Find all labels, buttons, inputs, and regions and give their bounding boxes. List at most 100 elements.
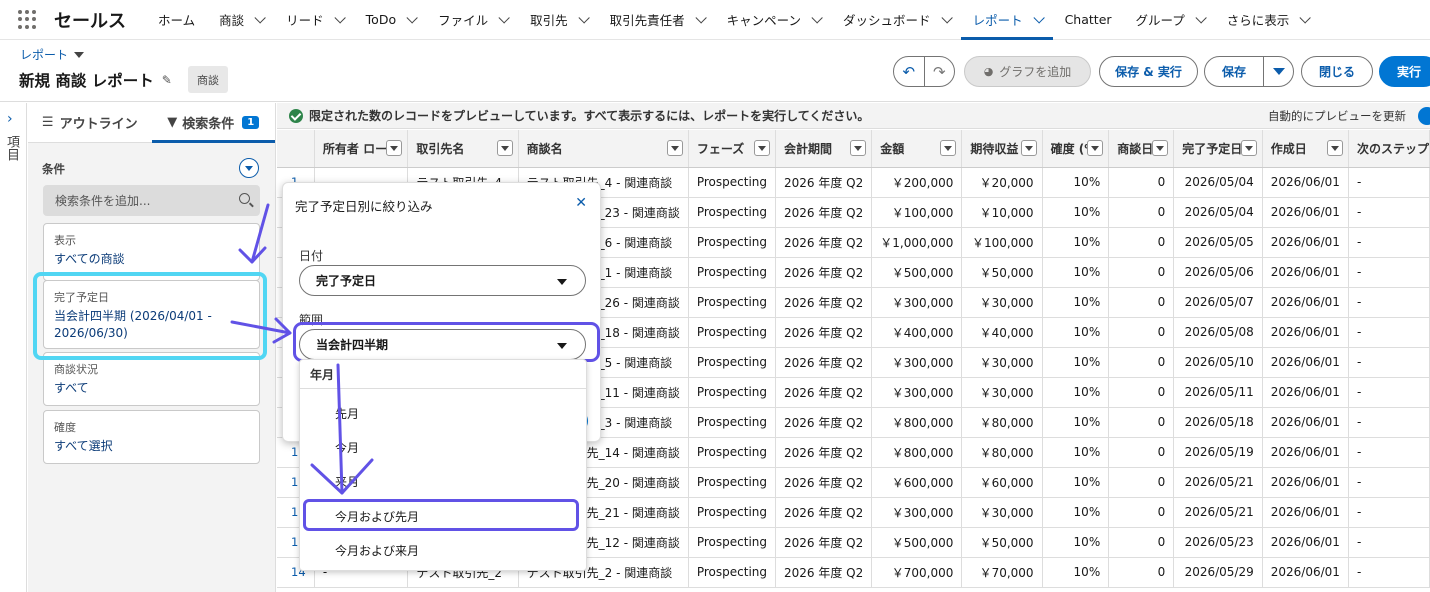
column-header[interactable]	[277, 130, 315, 168]
table-cell: 2026/06/01	[1262, 497, 1349, 528]
column-menu-icon[interactable]	[754, 140, 771, 156]
caret-down-icon[interactable]	[74, 51, 85, 58]
nav-item[interactable]: 商談	[207, 0, 274, 40]
listbox-option[interactable]: 来月	[335, 473, 359, 490]
column-header[interactable]: 期待収益	[961, 130, 1043, 168]
table-cell: ￥30,000	[961, 377, 1043, 408]
filter-card-probability[interactable]: 確度 すべて選択	[43, 410, 260, 464]
table-cell: ￥400,000	[871, 317, 963, 348]
range-listbox: 年月 先月 今月 来月 今月および先月 今月および来月	[299, 359, 587, 571]
column-menu-icon[interactable]	[1087, 140, 1104, 156]
tab-filters[interactable]: ▼ 検索条件 1	[151, 103, 276, 143]
close-button[interactable]: 閉じる	[1301, 56, 1373, 87]
nav-item[interactable]: リード	[274, 0, 354, 40]
column-menu-icon[interactable]	[496, 140, 513, 156]
column-header[interactable]: 作成日	[1262, 130, 1349, 168]
save-and-run-button[interactable]: 保存 & 実行	[1099, 56, 1198, 87]
edit-pencil-icon[interactable]: ✎	[162, 73, 172, 87]
column-menu-icon[interactable]	[1326, 140, 1343, 156]
nav-item[interactable]: レポート	[960, 0, 1053, 40]
chevron-down-icon[interactable]	[498, 11, 510, 24]
column-header[interactable]: 商談名	[518, 130, 689, 168]
auto-preview-toggle[interactable]	[1418, 106, 1430, 125]
nav-item[interactable]: 取引先	[518, 0, 598, 40]
table-cell: -	[1348, 287, 1430, 318]
listbox-option[interactable]: 今月および来月	[335, 542, 419, 559]
table-cell: 10%	[1042, 497, 1110, 528]
expand-chevron-icon[interactable]: ›	[7, 111, 13, 127]
report-title: 新規 商談 レポート	[19, 72, 154, 90]
table-cell: 2026 年度 Q2	[775, 497, 873, 528]
breadcrumb-label[interactable]: レポート	[20, 46, 68, 63]
chevron-down-icon[interactable]	[578, 11, 590, 24]
filter-card-key: 商談状況	[54, 363, 98, 376]
chevron-down-icon[interactable]	[406, 11, 418, 24]
column-menu-icon[interactable]	[1152, 140, 1169, 156]
column-menu-icon[interactable]	[940, 140, 957, 156]
column-header[interactable]: 確度 (%)	[1042, 130, 1110, 168]
listbox-option[interactable]: 今月	[335, 439, 359, 456]
redo-icon[interactable]: ↷	[923, 57, 955, 86]
chevron-down-icon[interactable]	[1195, 11, 1207, 24]
column-header[interactable]: 金額	[871, 130, 963, 168]
app-launcher-icon[interactable]	[18, 9, 38, 30]
column-header[interactable]: 取引先名	[407, 130, 519, 168]
undo-icon[interactable]: ↶	[894, 57, 924, 86]
chevron-down-icon[interactable]	[695, 11, 707, 24]
nav-item[interactable]: ホーム	[146, 0, 207, 40]
table-cell: Prospecting	[688, 227, 777, 258]
breadcrumb[interactable]: レポート	[20, 46, 85, 63]
listbox-option[interactable]: 先月	[335, 405, 359, 422]
nav-item[interactable]: Chatter	[1053, 0, 1124, 40]
column-header[interactable]: フェーズ	[688, 130, 777, 168]
close-icon[interactable]: ✕	[575, 195, 587, 211]
table-cell: 10%	[1042, 227, 1110, 258]
table-cell: Prospecting	[688, 347, 777, 378]
filter-card-status[interactable]: 商談状況 すべて	[43, 352, 260, 406]
nav-item[interactable]: さらに表示	[1215, 0, 1320, 40]
add-chart-button[interactable]: ◕ グラフを追加	[964, 56, 1091, 87]
save-menu-chevron-icon[interactable]	[1263, 57, 1293, 86]
tab-outline[interactable]: ☰ アウトライン	[28, 103, 152, 142]
conditions-menu-icon[interactable]	[239, 158, 259, 178]
column-menu-icon[interactable]	[1240, 140, 1257, 156]
column-header[interactable]: 所有者 ロール	[314, 130, 409, 168]
column-menu-icon[interactable]	[666, 140, 683, 156]
chevron-down-icon[interactable]	[334, 11, 346, 24]
auto-preview-label: 自動的にプレビューを更新	[1268, 108, 1406, 123]
add-filter-search[interactable]: 検索条件を追加...	[43, 185, 260, 216]
column-header[interactable]: 会計期間	[775, 130, 873, 168]
nav-item[interactable]: ファイル	[426, 0, 518, 40]
fields-rail: › 項目	[0, 103, 27, 592]
column-menu-icon[interactable]	[850, 140, 867, 156]
save-button-group: 保存	[1204, 56, 1294, 87]
table-cell: 2026 年度 Q2	[775, 227, 873, 258]
table-cell: 2026/05/11	[1173, 377, 1263, 408]
column-menu-icon[interactable]	[1020, 140, 1037, 156]
fields-rail-label[interactable]: 項目	[2, 135, 21, 161]
nav-item[interactable]: ToDo	[354, 0, 426, 40]
save-button[interactable]: 保存	[1205, 57, 1263, 86]
nav-item-label: レポート	[972, 13, 1023, 28]
column-header[interactable]: 次のステップ	[1348, 130, 1430, 168]
table-cell: 2026/06/01	[1262, 197, 1349, 228]
table-cell: -	[1348, 257, 1430, 288]
highlight-range-select	[293, 322, 600, 362]
table-cell: 2026/06/01	[1262, 227, 1349, 258]
date-field-select[interactable]: 完了予定日	[299, 265, 586, 296]
table-cell: 0	[1108, 557, 1175, 588]
run-button[interactable]: 実行	[1379, 56, 1430, 87]
table-cell: 0	[1108, 287, 1175, 318]
column-header[interactable]: 商談日数	[1108, 130, 1175, 168]
chevron-down-icon[interactable]	[1033, 11, 1045, 24]
chevron-down-icon[interactable]	[811, 11, 823, 24]
nav-item[interactable]: キャンペーン	[715, 0, 831, 40]
column-header[interactable]: 完了予定日	[1173, 130, 1263, 168]
chevron-down-icon[interactable]	[254, 11, 266, 24]
nav-item[interactable]: 取引先責任者	[598, 0, 715, 40]
chevron-down-icon[interactable]	[941, 11, 953, 24]
nav-item[interactable]: グループ	[1124, 0, 1215, 40]
column-menu-icon[interactable]	[386, 140, 403, 156]
chevron-down-icon[interactable]	[1299, 11, 1312, 24]
nav-item[interactable]: ダッシュボード	[831, 0, 961, 40]
